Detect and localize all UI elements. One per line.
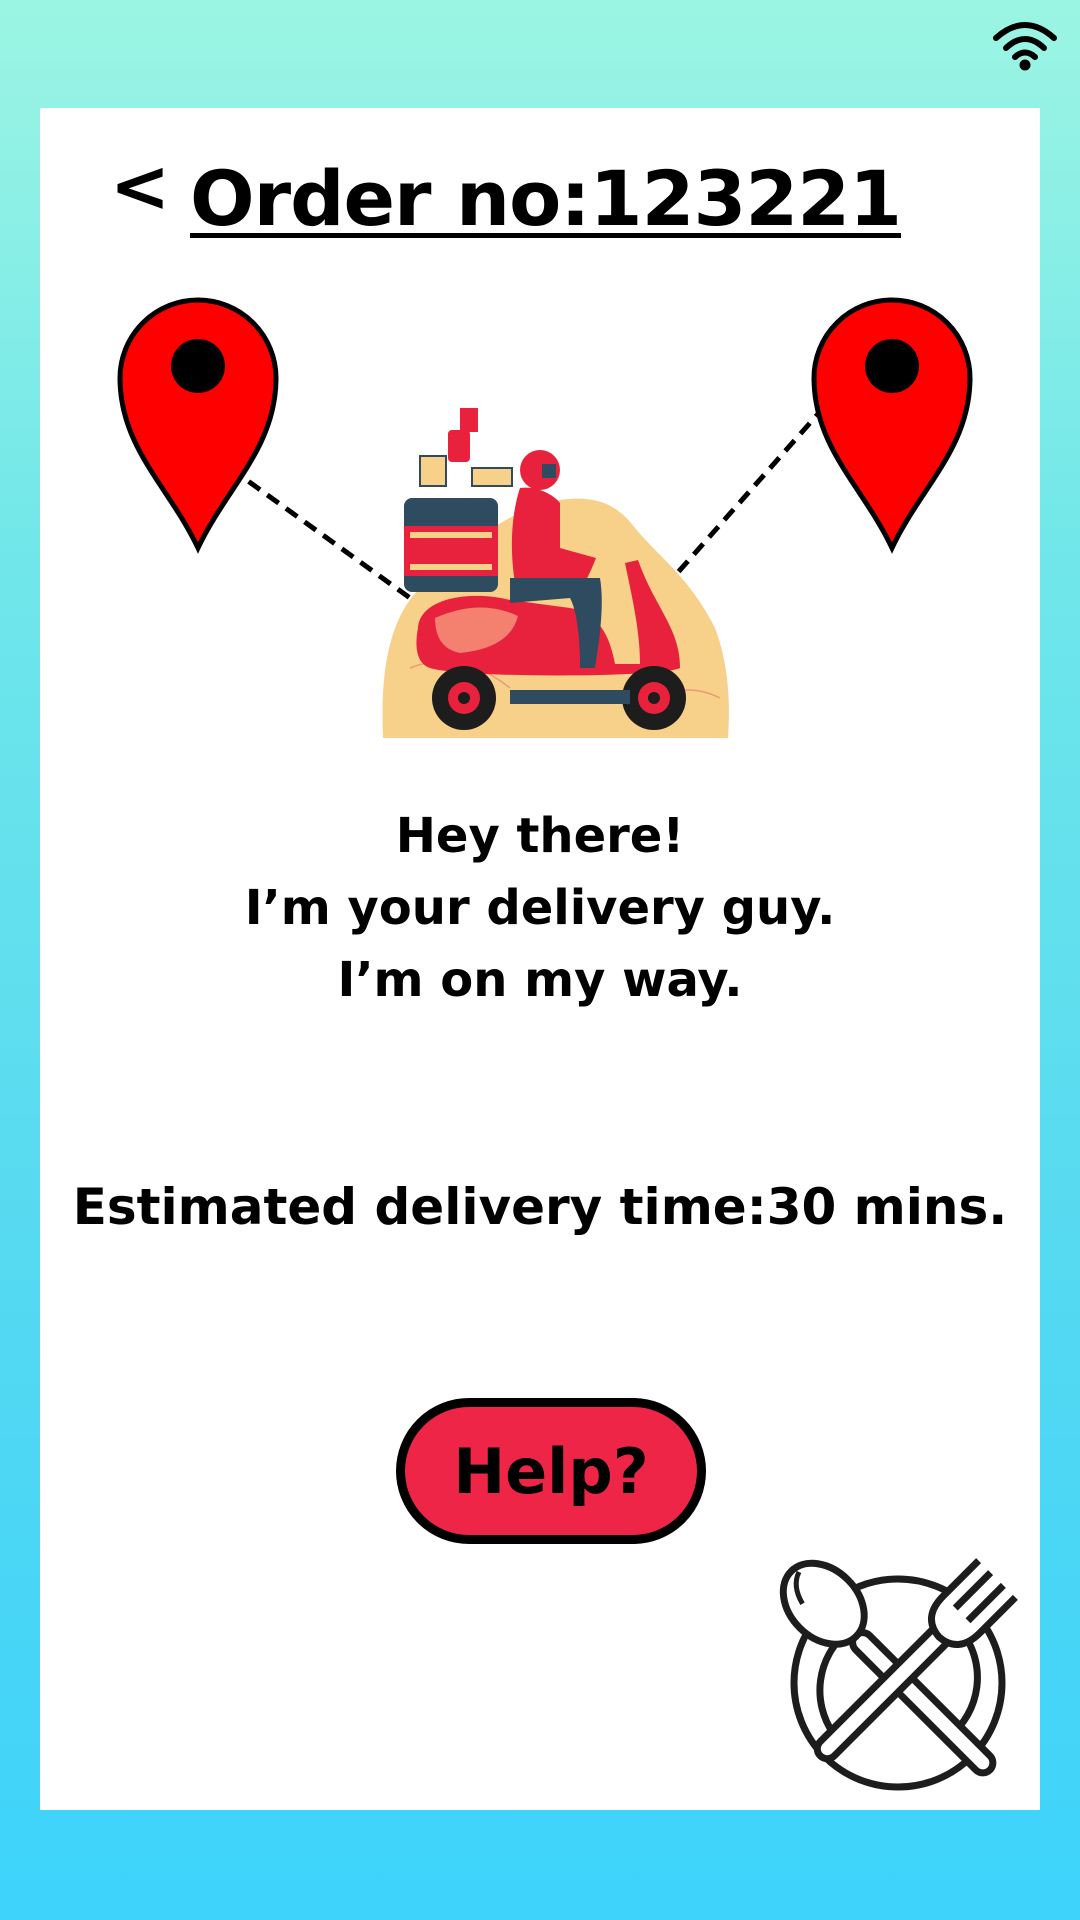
plate-spoon-fork-icon xyxy=(779,1558,1018,1791)
delivery-route xyxy=(117,297,973,738)
help-button[interactable]: Help? xyxy=(396,1398,706,1544)
message-line-1: Hey there! xyxy=(395,808,685,864)
message-line-3: I’m on my way. xyxy=(337,952,743,1008)
origin-map-pin-icon xyxy=(117,297,279,554)
order-tracking-card: < Order no:123221 Hey there! I’m your de… xyxy=(40,108,1040,1810)
estimated-delivery-time: Estimated delivery time:30 mins. xyxy=(72,1178,1008,1236)
delivery-scooter-illustration xyxy=(382,408,729,738)
courier-message: Hey there! I’m your delivery guy. I’m on… xyxy=(40,800,1040,1016)
destination-map-pin-icon xyxy=(811,297,973,554)
wifi-icon xyxy=(993,22,1057,71)
message-line-2: I’m your delivery guy. xyxy=(244,880,836,936)
route-line-left xyxy=(228,465,412,601)
